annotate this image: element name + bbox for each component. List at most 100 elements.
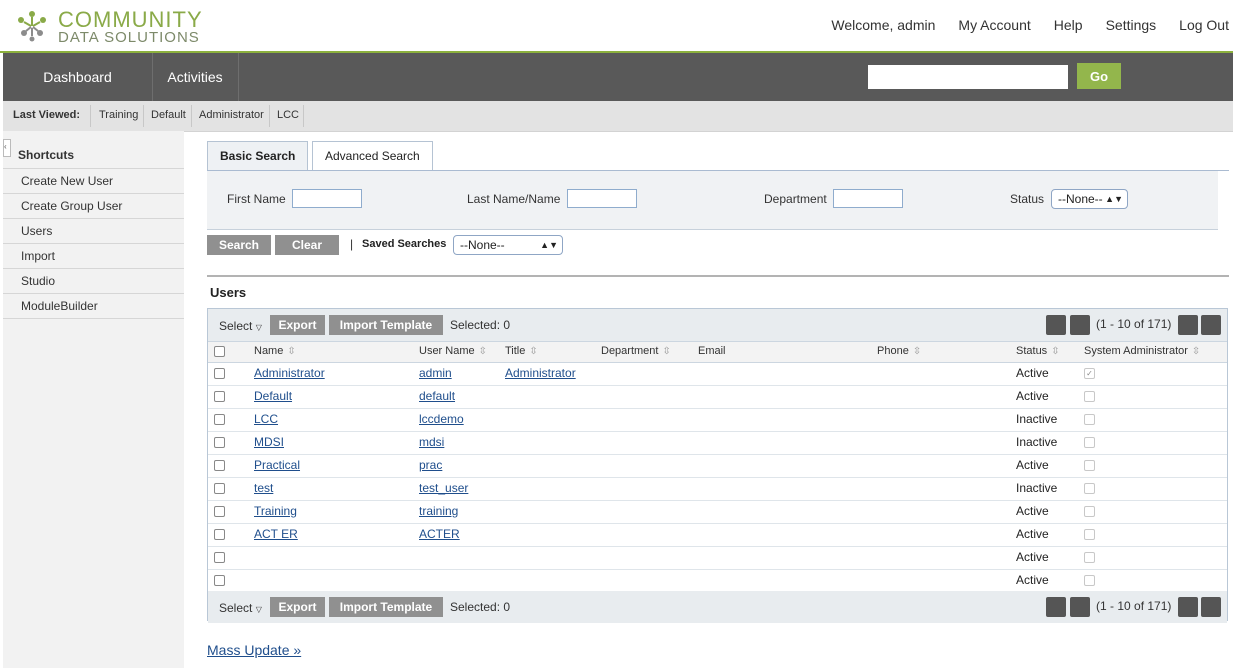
status-select[interactable]: --None-- ▲▼ — [1051, 189, 1128, 209]
my-account-link[interactable]: My Account — [958, 17, 1030, 33]
first-name-input[interactable] — [292, 189, 362, 208]
user-name-link[interactable]: Default — [254, 389, 292, 403]
sort-icon: ⇳ — [478, 346, 488, 357]
user-username-link[interactable]: default — [419, 389, 455, 403]
col-system-administrator[interactable]: System Administrator ⇳ — [1084, 345, 1200, 357]
last-viewed-item[interactable]: Default — [151, 109, 186, 121]
user-name-link[interactable]: MDSI — [254, 435, 284, 449]
logo[interactable]: COMMUNITY DATA SOLUTIONS — [12, 6, 222, 46]
next-page-icon[interactable] — [1178, 597, 1198, 617]
user-title-link[interactable]: Administrator — [505, 366, 576, 380]
tab-basic-search[interactable]: Basic Search — [207, 141, 309, 172]
row-checkbox[interactable] — [214, 460, 225, 471]
mass-update-link[interactable]: Mass Update » — [207, 642, 301, 658]
clear-button[interactable]: Clear — [275, 235, 339, 255]
user-username-link[interactable]: ACTER — [419, 527, 460, 541]
user-name-link[interactable]: Training — [254, 504, 297, 518]
user-name-link[interactable]: Administrator — [254, 366, 325, 380]
row-checkbox[interactable] — [214, 483, 225, 494]
last-viewed-item[interactable]: Administrator — [199, 109, 264, 121]
pagination-text: (1 - 10 of 171) — [1096, 317, 1172, 331]
next-page-icon[interactable] — [1178, 315, 1198, 335]
col-department[interactable]: Department ⇳ — [601, 345, 671, 357]
shortcut-users[interactable]: Users — [3, 218, 184, 243]
col-status[interactable]: Status ⇳ — [1016, 345, 1060, 357]
user-status: Inactive — [1016, 412, 1058, 426]
user-username-link[interactable]: test_user — [419, 481, 468, 495]
search-button[interactable]: Search — [207, 235, 271, 255]
row-checkbox[interactable] — [214, 529, 225, 540]
select-dropdown[interactable]: Select ▽ — [219, 319, 262, 333]
shortcut-create-group-user[interactable]: Create Group User — [3, 193, 184, 218]
global-search-input[interactable] — [868, 65, 1068, 89]
first-page-icon[interactable] — [1046, 597, 1066, 617]
sort-icon: ⇳ — [287, 346, 296, 357]
select-all-checkbox[interactable] — [214, 346, 225, 357]
prev-page-icon[interactable] — [1070, 315, 1090, 335]
col-title[interactable]: Title ⇳ — [505, 345, 538, 357]
help-link[interactable]: Help — [1054, 17, 1083, 33]
user-username-link[interactable]: training — [419, 504, 458, 518]
last-viewed-item[interactable]: LCC — [277, 109, 299, 121]
row-checkbox[interactable] — [214, 552, 225, 563]
user-name-link[interactable]: ACT ER — [254, 527, 298, 541]
shortcut-import[interactable]: Import — [3, 243, 184, 268]
table-row: ACT ER ACTER Active — [208, 523, 1227, 547]
shortcut-create-new-user[interactable]: Create New User — [3, 168, 184, 193]
users-table: Select ▽ Export Import Template Selected… — [207, 308, 1228, 623]
user-name-link[interactable]: Practical — [254, 458, 300, 472]
tab-advanced-search[interactable]: Advanced Search — [312, 141, 433, 171]
export-button[interactable]: Export — [270, 315, 325, 335]
col-username[interactable]: User Name ⇳ — [419, 345, 487, 357]
table-row: Active — [208, 546, 1227, 570]
last-page-icon[interactable] — [1201, 315, 1221, 335]
col-phone[interactable]: Phone ⇳ — [877, 345, 921, 357]
tab-activities[interactable]: Activities — [152, 53, 239, 101]
user-username-link[interactable]: mdsi — [419, 435, 444, 449]
user-name-link[interactable]: LCC — [254, 412, 278, 426]
sysadmin-checkbox — [1084, 437, 1095, 448]
shortcut-studio[interactable]: Studio — [3, 268, 184, 293]
sort-icon: ⇳ — [1191, 346, 1201, 357]
table-toolbar-bottom: Select ▽ Export Import Template Selected… — [208, 591, 1227, 623]
user-name-link[interactable]: test — [254, 481, 273, 495]
col-name[interactable]: Name ⇳ — [254, 345, 296, 357]
user-username-link[interactable]: admin — [419, 366, 452, 380]
settings-link[interactable]: Settings — [1106, 17, 1157, 33]
logo-icon — [18, 11, 46, 42]
user-username-link[interactable]: prac — [419, 458, 442, 472]
sort-icon: ⇳ — [529, 346, 538, 357]
import-template-button[interactable]: Import Template — [329, 597, 443, 617]
table-row: Practical prac Active — [208, 454, 1227, 478]
first-name-label: First Name — [227, 192, 286, 206]
user-username-link[interactable]: lccdemo — [419, 412, 464, 426]
divider — [269, 105, 270, 127]
shortcut-modulebuilder[interactable]: ModuleBuilder — [3, 293, 184, 319]
select-dropdown[interactable]: Select ▽ — [219, 601, 262, 615]
row-checkbox[interactable] — [214, 437, 225, 448]
last-viewed-item[interactable]: Training — [99, 109, 138, 121]
go-button[interactable]: Go — [1077, 63, 1121, 89]
import-template-button[interactable]: Import Template — [329, 315, 443, 335]
prev-page-icon[interactable] — [1070, 597, 1090, 617]
col-email[interactable]: Email — [698, 345, 726, 357]
tab-dashboard[interactable]: Dashboard — [3, 53, 153, 101]
logout-link[interactable]: Log Out — [1179, 17, 1229, 33]
last-name-input[interactable] — [567, 189, 637, 208]
shortcut-list: Create New User Create Group User Users … — [3, 168, 184, 319]
divider — [207, 275, 1229, 277]
first-page-icon[interactable] — [1046, 315, 1066, 335]
col-label: Phone — [877, 345, 909, 357]
export-button[interactable]: Export — [270, 597, 325, 617]
row-checkbox[interactable] — [214, 414, 225, 425]
last-page-icon[interactable] — [1201, 597, 1221, 617]
department-input[interactable] — [833, 189, 903, 208]
row-checkbox[interactable] — [214, 506, 225, 517]
saved-searches-select[interactable]: --None-- ▲▼ — [453, 235, 563, 255]
row-checkbox[interactable] — [214, 391, 225, 402]
collapse-icon[interactable]: ‹ — [3, 139, 11, 157]
caret-down-icon: ▽ — [255, 605, 262, 614]
row-checkbox[interactable] — [214, 575, 225, 586]
row-checkbox[interactable] — [214, 368, 225, 379]
sysadmin-checkbox — [1084, 552, 1095, 563]
